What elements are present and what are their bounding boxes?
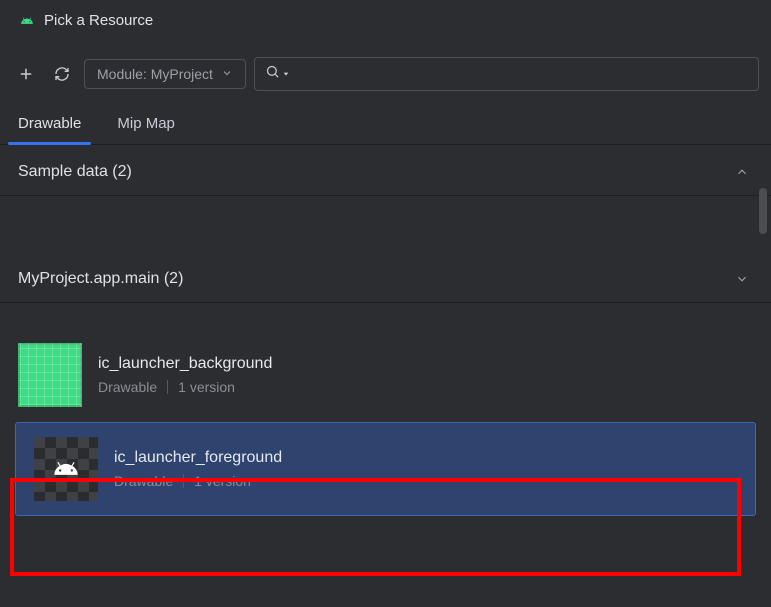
scrollbar[interactable]: [759, 188, 767, 234]
resource-type: Drawable: [114, 473, 173, 489]
resource-name: ic_launcher_background: [98, 355, 272, 373]
module-selector-label: Module: MyProject: [97, 66, 213, 82]
tab-label: Mip Map: [117, 115, 175, 132]
resource-subtitle: Drawable 1 version: [98, 379, 272, 395]
android-icon: [34, 437, 98, 501]
toolbar: Module: MyProject: [0, 37, 771, 105]
chevron-up-icon: [735, 165, 749, 179]
resource-version: 1 version: [178, 379, 235, 395]
resource-name: ic_launcher_foreground: [114, 449, 282, 467]
section-header-sample-data[interactable]: Sample data (2): [0, 145, 771, 196]
search-icon: [265, 64, 280, 84]
tab-drawable[interactable]: Drawable: [14, 105, 85, 144]
section-title: MyProject.app.main (2): [18, 270, 183, 288]
resource-meta: ic_launcher_background Drawable 1 versio…: [98, 355, 272, 395]
resource-type: Drawable: [98, 379, 157, 395]
tab-bar: Drawable Mip Map: [0, 105, 771, 145]
chevron-down-icon: [221, 66, 233, 82]
resource-version: 1 version: [194, 473, 251, 489]
resource-row-ic-launcher-foreground[interactable]: ic_launcher_foreground Drawable 1 versio…: [16, 423, 755, 515]
resource-meta: ic_launcher_foreground Drawable 1 versio…: [114, 449, 282, 489]
search-box[interactable]: [254, 57, 759, 91]
tab-mipmap[interactable]: Mip Map: [113, 105, 179, 144]
titlebar: Pick a Resource: [0, 0, 771, 37]
section-header-app-main[interactable]: MyProject.app.main (2): [0, 252, 771, 303]
content-area: Sample data (2) MyProject.app.main (2) i…: [0, 145, 771, 515]
window-title: Pick a Resource: [44, 12, 153, 29]
resource-list: ic_launcher_background Drawable 1 versio…: [0, 303, 771, 515]
resource-row-ic-launcher-background[interactable]: ic_launcher_background Drawable 1 versio…: [0, 333, 771, 417]
separator: [183, 474, 184, 488]
resource-thumbnail: [18, 343, 82, 407]
android-icon: [20, 14, 34, 28]
tab-label: Drawable: [18, 115, 81, 132]
section-spacer: [0, 196, 771, 252]
chevron-down-icon: [735, 272, 749, 286]
section-title: Sample data (2): [18, 163, 132, 181]
search-input[interactable]: [296, 66, 748, 82]
search-dropdown-icon[interactable]: [282, 65, 290, 83]
resource-subtitle: Drawable 1 version: [114, 473, 282, 489]
add-button[interactable]: [12, 60, 40, 88]
separator: [167, 380, 168, 394]
refresh-button[interactable]: [48, 60, 76, 88]
resource-thumbnail: [34, 437, 98, 501]
module-selector[interactable]: Module: MyProject: [84, 59, 246, 89]
